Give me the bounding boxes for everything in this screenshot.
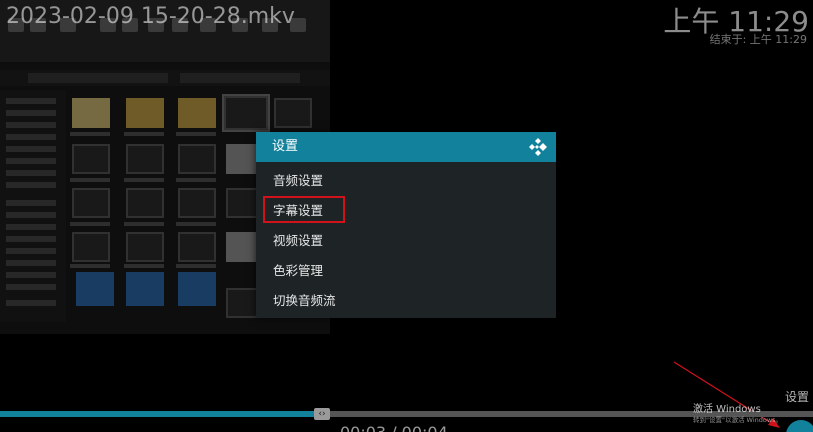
end-time: 结束于: 上午 11:29: [709, 33, 807, 46]
settings-menu-header: 设置: [256, 132, 556, 162]
time-readout: 00:03 / 00:04: [340, 424, 448, 432]
menu-item-label: 色彩管理: [273, 263, 324, 278]
frame-status-bar: [0, 322, 330, 334]
settings-menu: 设置 音频设置 字幕设置 视频设置 色彩管理 切换音频流: [256, 132, 556, 318]
menu-item-label: 音频设置: [273, 173, 324, 188]
menu-item-label: 视频设置: [273, 233, 324, 248]
menu-item-video-settings[interactable]: 视频设置: [256, 226, 556, 256]
windows-activation-watermark: 激活 Windows 转到"设置"以激活 Windows。: [693, 404, 782, 425]
activation-title: 激活 Windows: [693, 404, 761, 415]
menu-item-audio-settings[interactable]: 音频设置: [256, 166, 556, 196]
menu-item-label: 切换音频流: [273, 293, 336, 308]
annotation-highlight-box: [263, 196, 345, 223]
seek-bar-handle[interactable]: ‹›: [314, 408, 330, 420]
settings-menu-title: 设置: [272, 139, 299, 154]
menu-item-color-management[interactable]: 色彩管理: [256, 256, 556, 286]
seek-bar-progress: [0, 411, 317, 417]
settings-corner-label[interactable]: 设置: [785, 389, 809, 405]
video-player-screen: 2023-02-09 15-20-28.mkv 上午 11:29 结束于: 上午…: [0, 0, 813, 432]
menu-item-switch-audio-stream[interactable]: 切换音频流: [256, 286, 556, 316]
file-title: 2023-02-09 15-20-28.mkv: [6, 4, 295, 29]
activation-subtitle: 转到"设置"以激活 Windows。: [693, 416, 783, 424]
frame-nav-pane: [0, 90, 66, 334]
kodi-logo-icon: [529, 138, 547, 156]
frame-address-bar: [0, 70, 330, 86]
